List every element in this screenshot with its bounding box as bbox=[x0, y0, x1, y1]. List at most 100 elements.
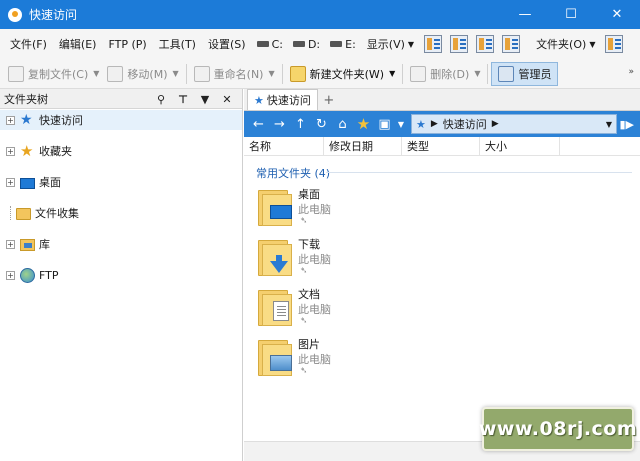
address-dropdown-icon[interactable]: ▼ bbox=[606, 120, 612, 129]
computer-dropdown[interactable]: ▼ bbox=[395, 114, 407, 134]
menu-display-label: 显示(V) bbox=[366, 38, 405, 51]
tree-item-ftp[interactable]: + FTP bbox=[0, 265, 242, 285]
delete-label: 删除(D) bbox=[430, 67, 470, 81]
expand-icon[interactable]: + bbox=[6, 177, 15, 187]
column-modified[interactable]: 修改日期 bbox=[324, 136, 402, 156]
delete-icon bbox=[410, 65, 427, 82]
drive-c-button[interactable]: C: bbox=[252, 33, 288, 55]
folder-item-documents[interactable]: 文档 此电脑 ➴ bbox=[256, 285, 456, 333]
menu-tools[interactable]: 工具(T) bbox=[153, 33, 202, 55]
expand-icon[interactable]: + bbox=[6, 115, 15, 125]
pin-top-icon[interactable]: ⊤ bbox=[172, 93, 194, 106]
column-name[interactable]: 名称 bbox=[244, 136, 324, 156]
picture-icon bbox=[270, 355, 292, 371]
pin-icon: ★ bbox=[20, 111, 33, 128]
folder-icon bbox=[258, 238, 292, 276]
forward-button[interactable]: → bbox=[269, 114, 290, 134]
menu-edit[interactable]: 编辑(E) bbox=[53, 33, 103, 55]
new-tab-button[interactable]: + bbox=[321, 91, 337, 109]
panel-toggle-icon[interactable]: ▮▶ bbox=[619, 118, 634, 131]
navigation-bar: ← → ↑ ↻ ⌂ ★ ▣ ▼ ★ ▶ 快速访问 ▶ ▼ ▮▶ bbox=[244, 111, 640, 137]
chevron-down-icon: ▼ bbox=[172, 69, 179, 78]
column-type[interactable]: 类型 bbox=[402, 136, 480, 156]
folder-location: 此电脑 bbox=[298, 253, 331, 266]
tree-item-label: 文件收集 bbox=[35, 207, 79, 220]
drive-e-label: E: bbox=[345, 37, 356, 51]
layout-list-icon[interactable] bbox=[450, 35, 469, 53]
dropdown-icon[interactable]: ▼ bbox=[194, 93, 216, 106]
chevron-down-icon: ▼ bbox=[93, 69, 100, 78]
search-icon[interactable]: ⚲ bbox=[150, 93, 172, 106]
title-bar: 快速访问 — ☐ ✕ bbox=[0, 0, 640, 29]
close-icon[interactable]: ✕ bbox=[216, 93, 238, 106]
expand-icon[interactable]: + bbox=[6, 239, 15, 249]
folder-location: 此电脑 bbox=[298, 353, 331, 366]
new-folder-button[interactable]: 新建文件夹(W) ▼ bbox=[286, 62, 400, 86]
thumbnails-icon[interactable] bbox=[605, 35, 624, 53]
menu-file[interactable]: 文件(F) bbox=[4, 33, 53, 55]
layout-dual-pane-icon[interactable] bbox=[424, 35, 443, 53]
layout-details-icon[interactable] bbox=[476, 35, 495, 53]
menu-ftp[interactable]: FTP (P) bbox=[102, 33, 152, 55]
copy-button[interactable]: 复制文件(C) ▼ bbox=[4, 62, 103, 86]
copy-label: 复制文件(C) bbox=[28, 67, 89, 81]
tree-item-favorites[interactable]: + ★ 收藏夹 bbox=[0, 141, 242, 161]
refresh-button[interactable]: ↻ bbox=[311, 114, 332, 134]
close-icon: ✕ bbox=[611, 7, 623, 22]
tree-item-quick-access[interactable]: + ★ 快速访问 bbox=[0, 110, 242, 130]
tree-item-label: 快速访问 bbox=[39, 114, 83, 127]
tree-item-library[interactable]: + 库 bbox=[0, 234, 242, 254]
document-icon bbox=[273, 301, 289, 321]
folder-name: 图片 bbox=[298, 338, 320, 351]
folder-icon bbox=[16, 208, 31, 220]
menu-folder[interactable]: 文件夹(O) ▼ bbox=[530, 33, 601, 55]
admin-button[interactable]: 管理员 bbox=[491, 61, 559, 86]
pin-icon: ➴ bbox=[300, 266, 308, 276]
drive-e-button[interactable]: E: bbox=[325, 33, 361, 55]
group-header[interactable]: 常用文件夹 (4) bbox=[256, 165, 330, 181]
drive-d-button[interactable]: D: bbox=[288, 33, 325, 55]
column-size[interactable]: 大小 bbox=[480, 136, 560, 156]
folder-item-downloads[interactable]: 下载 此电脑 ➴ bbox=[256, 235, 456, 283]
window-title: 快速访问 bbox=[29, 8, 78, 22]
minimize-button[interactable]: — bbox=[502, 0, 548, 29]
back-button[interactable]: ← bbox=[248, 114, 269, 134]
computer-button[interactable]: ▣ bbox=[374, 114, 395, 134]
home-icon: ⌂ bbox=[338, 116, 347, 132]
arrow-up-icon: ↑ bbox=[295, 116, 306, 132]
menu-bar: 文件(F) 编辑(E) FTP (P) 工具(T) 设置(S) C: D: E:… bbox=[0, 29, 640, 59]
folder-tree-pane: 文件夹树 ⚲ ⊤ ▼ ✕ + ★ 快速访问 + ★ 收藏夹 + 桌面 文件收集 … bbox=[0, 89, 243, 461]
rename-button[interactable]: 重命名(N) ▼ bbox=[190, 62, 279, 86]
toolbar-separator bbox=[281, 63, 283, 84]
home-button[interactable]: ⌂ bbox=[332, 114, 353, 134]
tree-item-desktop[interactable]: + 桌面 bbox=[0, 172, 242, 192]
folder-item-desktop[interactable]: 桌面 此电脑 ➴ bbox=[256, 185, 456, 233]
desktop-icon bbox=[20, 177, 35, 189]
chevron-down-icon: ▼ bbox=[589, 39, 596, 49]
address-bar[interactable]: ★ ▶ 快速访问 ▶ ▼ bbox=[411, 114, 617, 134]
tab-quick-access[interactable]: ★ 快速访问 bbox=[247, 89, 318, 110]
tree-item-label: 桌面 bbox=[39, 176, 61, 189]
chevron-double-right-icon[interactable]: » bbox=[628, 67, 634, 77]
rename-label: 重命名(N) bbox=[213, 67, 264, 81]
folder-name: 下载 bbox=[298, 238, 320, 251]
maximize-button[interactable]: ☐ bbox=[548, 0, 594, 29]
window-controls: — ☐ ✕ bbox=[502, 0, 640, 29]
expand-icon[interactable]: + bbox=[6, 146, 15, 156]
up-button[interactable]: ↑ bbox=[290, 114, 311, 134]
file-list-pane: ★ 快速访问 + ← → ↑ ↻ ⌂ ★ ▣ ▼ ★ ▶ 快速访问 ▶ ▼ ▮▶… bbox=[244, 89, 640, 461]
column-headers: 名称 修改日期 类型 大小 bbox=[244, 136, 640, 156]
favorites-button[interactable]: ★ bbox=[353, 114, 374, 134]
layout-preview-icon[interactable] bbox=[502, 35, 521, 53]
folder-icon bbox=[258, 288, 292, 326]
tree-item-file-collection[interactable]: 文件收集 bbox=[0, 203, 242, 223]
move-label: 移动(M) bbox=[127, 67, 168, 81]
menu-settings[interactable]: 设置(S) bbox=[202, 33, 252, 55]
folder-item-pictures[interactable]: 图片 此电脑 ➴ bbox=[256, 335, 456, 383]
minimize-icon: — bbox=[518, 7, 532, 22]
menu-display[interactable]: 显示(V) ▼ bbox=[361, 33, 420, 55]
close-button[interactable]: ✕ bbox=[594, 0, 640, 29]
move-button[interactable]: 移动(M) ▼ bbox=[103, 62, 182, 86]
delete-button[interactable]: 删除(D) ▼ bbox=[406, 62, 484, 86]
expand-icon[interactable]: + bbox=[6, 270, 15, 280]
